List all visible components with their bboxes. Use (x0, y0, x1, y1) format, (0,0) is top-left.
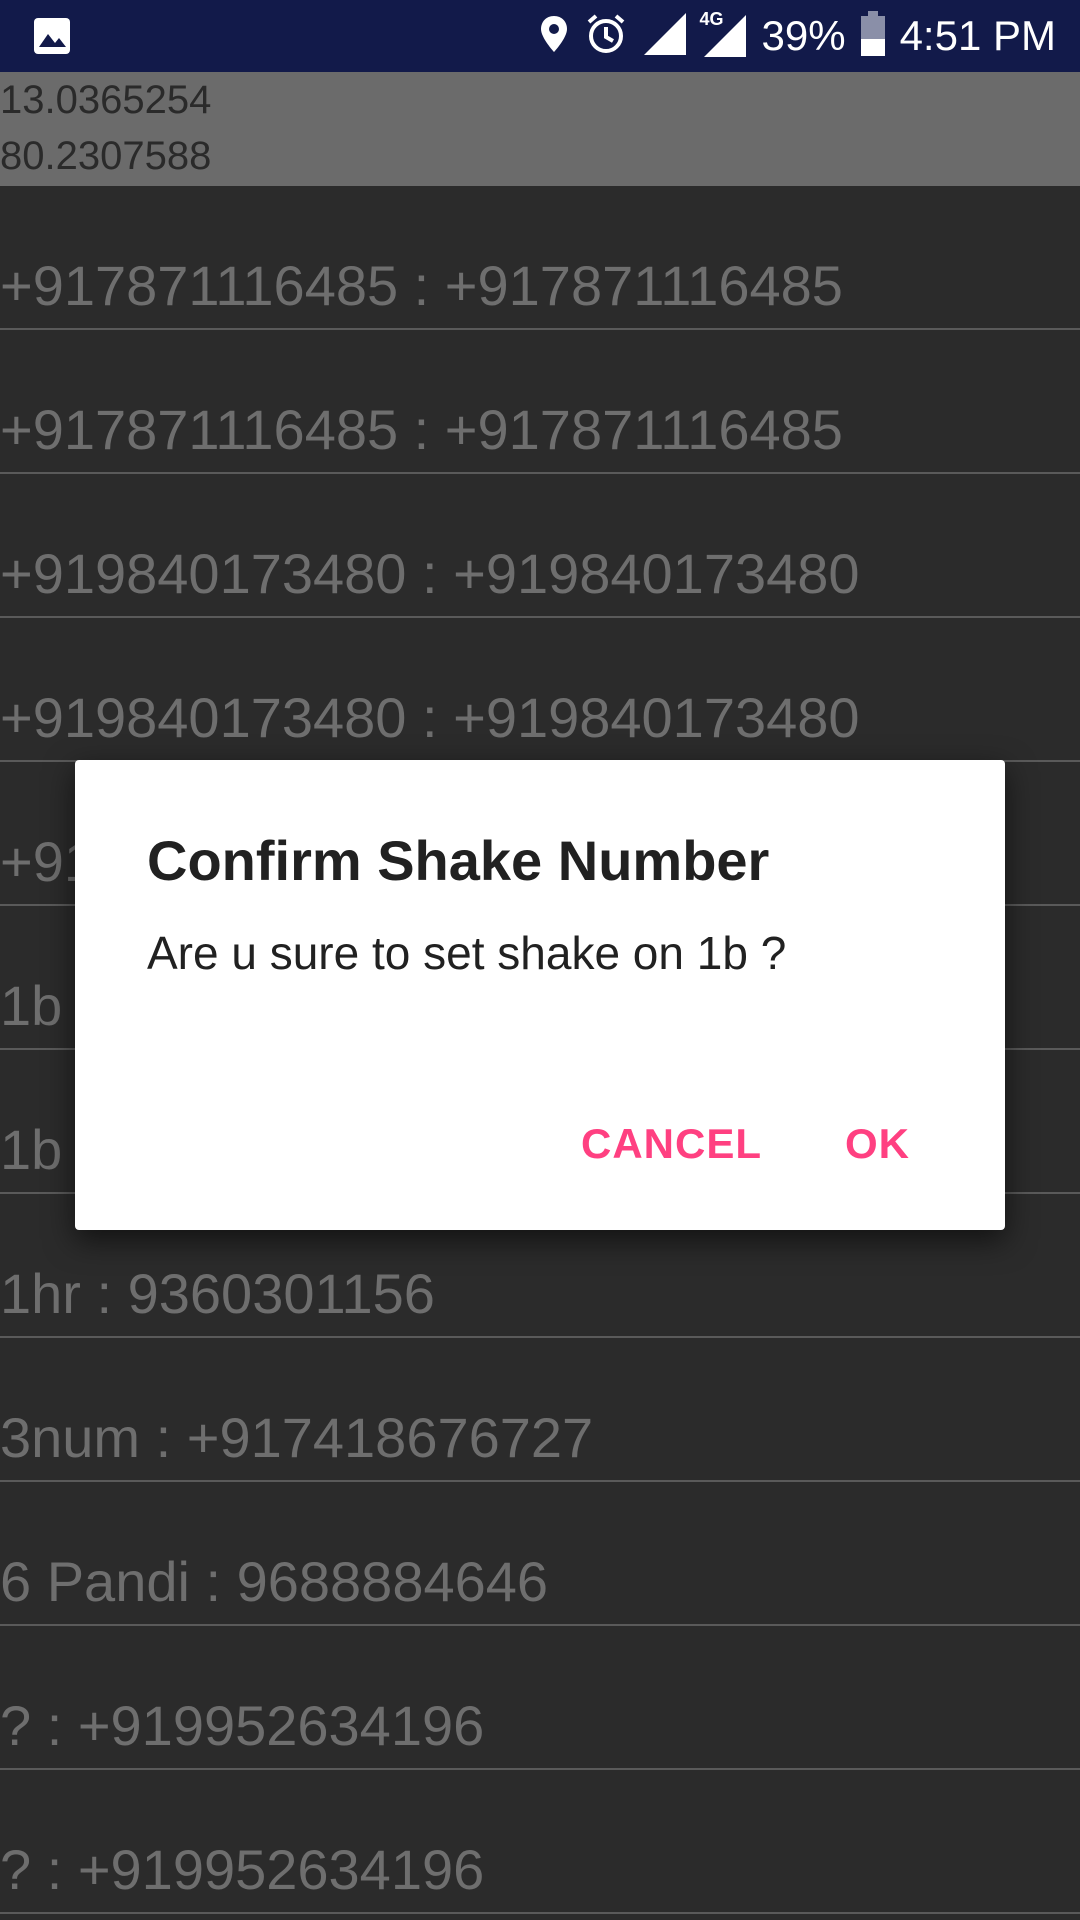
ok-button[interactable]: OK (845, 1120, 910, 1168)
list-item[interactable]: +917871116485 : +917871116485 (0, 186, 1080, 330)
list-item[interactable]: ? : +919952634196 (0, 1770, 1080, 1914)
clock: 4:51 PM (899, 12, 1056, 59)
confirm-dialog: Confirm Shake Number Are u sure to set s… (75, 760, 1005, 1230)
list-item-text: 1b (0, 1118, 63, 1181)
signal-icon (642, 11, 688, 61)
location-coordinates: 13.0365254 80.2307588 (0, 72, 1080, 186)
list-item-text: ? : +919952634196 (0, 1694, 485, 1757)
signal-4g-icon: 4G (700, 9, 748, 59)
location-icon (538, 14, 570, 58)
status-icons: 4G 39% 4:51 PM (538, 0, 1056, 72)
list-item-text: 1b (0, 974, 63, 1037)
list-item[interactable]: +917871116485 : +917871116485 (0, 330, 1080, 474)
network-type: 4G (699, 9, 724, 29)
latitude-text: 13.0365254 (0, 78, 212, 122)
list-item[interactable]: 3num : +917418676727 (0, 1338, 1080, 1482)
list-item-text: +919840173480 : +919840173480 (0, 542, 860, 605)
battery-percent: 39% (761, 12, 846, 59)
list-item[interactable]: ? : +919952634196 (0, 1626, 1080, 1770)
status-bar: 4G 39% 4:51 PM (0, 0, 1080, 72)
gallery-icon (32, 16, 72, 60)
list-item[interactable]: +919840173480 : +919840173480 (0, 474, 1080, 618)
dialog-message: Are u sure to set shake on 1b ? (147, 927, 787, 979)
list-item-text: 3num : +917418676727 (0, 1406, 594, 1469)
longitude-text: 80.2307588 (0, 134, 212, 178)
cancel-button[interactable]: CANCEL (581, 1120, 762, 1168)
list-item-text: 1hr : 9360301156 (0, 1262, 435, 1325)
list-item-text: +917871116485 : +917871116485 (0, 254, 843, 317)
dialog-title: Confirm Shake Number (147, 829, 770, 892)
battery-icon (860, 11, 886, 61)
list-item[interactable]: +919840173480 : +919840173480 (0, 618, 1080, 762)
list-item-text: ? : +919952634196 (0, 1838, 485, 1901)
list-item-text: +919840173480 : +919840173480 (0, 686, 860, 749)
list-item-text: 6 Pandi : 9688884646 (0, 1550, 549, 1613)
list-item[interactable]: 6 Pandi : 9688884646 (0, 1482, 1080, 1626)
list-item-text: +917871116485 : +917871116485 (0, 398, 843, 461)
alarm-icon (584, 12, 628, 60)
